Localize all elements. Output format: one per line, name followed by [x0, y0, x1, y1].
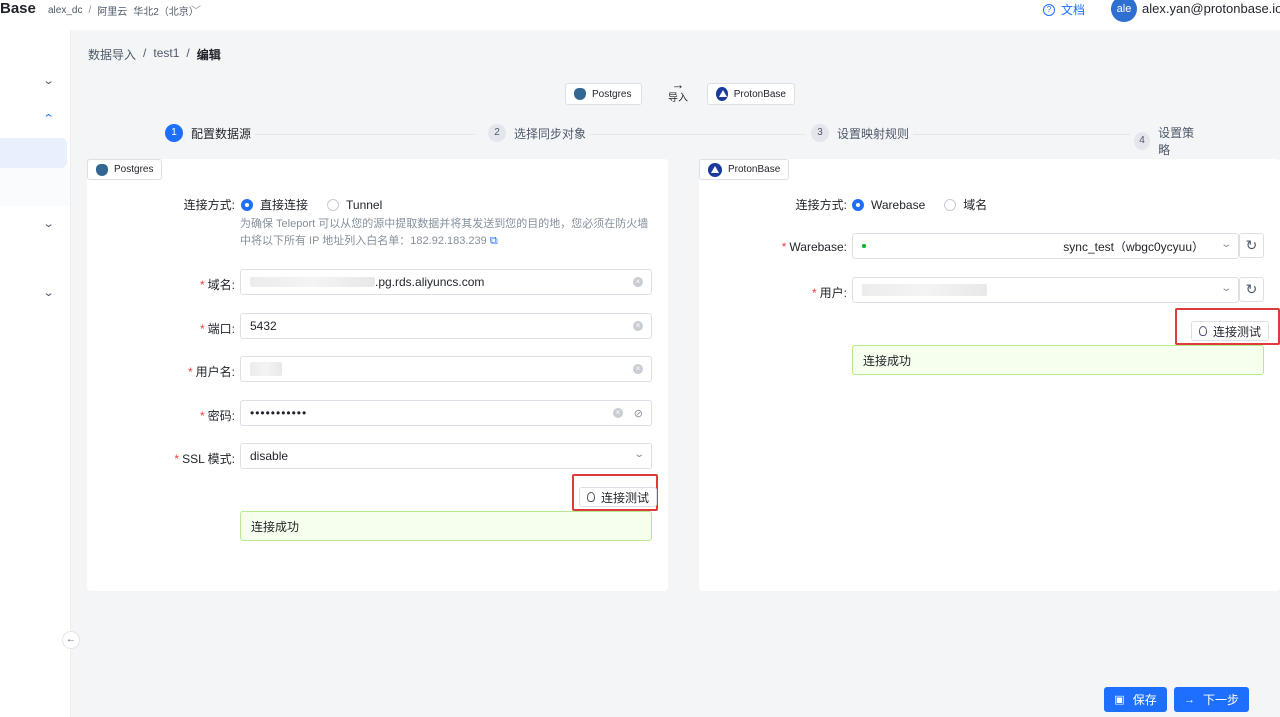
sidebar-item-sub[interactable] [0, 168, 70, 206]
radio-unchecked [944, 198, 957, 211]
chevron-down-icon[interactable]: ⌄ [43, 286, 55, 299]
warebase-select[interactable]: sync_test（wbgc0ycyuu） ⌄ [852, 233, 1239, 259]
breadcrumb-item[interactable]: test1 [153, 46, 179, 63]
step-1[interactable]: 1 配置数据源 [165, 124, 256, 142]
conn-mode-label: 连接方式: [795, 198, 847, 212]
username-label: * 用户名: [187, 365, 235, 379]
cloud-name: 阿里云 [97, 7, 128, 18]
ssl-mode-select[interactable]: disable ⌄ [240, 443, 652, 469]
refresh-user-button[interactable]: ↻ [1239, 277, 1264, 302]
source-tag: Postgres [87, 159, 163, 180]
chevron-down-icon[interactable]: ⌄ [43, 217, 55, 230]
step-3[interactable]: 3 设置映射规则 [811, 124, 914, 142]
chevron-down-icon[interactable]: ⌄ [43, 74, 55, 87]
chevron-down-icon: ⌄ [1219, 283, 1232, 294]
chevron-up-icon[interactable]: ⌃ [43, 112, 55, 125]
status-dot [862, 244, 866, 248]
breadcrumb-current: 编辑 [196, 48, 221, 62]
user-email[interactable]: alex.yan@protonbase.io [1142, 1, 1280, 16]
chevron-down-icon: ⌄ [1219, 239, 1232, 250]
docs-link[interactable]: ? 文档 [1043, 1, 1085, 18]
target-tag: ProtonBase [699, 159, 790, 180]
import-arrow: → 导入 [668, 77, 688, 104]
ssl-mode-label: * SSL 模式: [174, 452, 235, 466]
refresh-warebase-button[interactable]: ↻ [1239, 233, 1264, 258]
test-connection-button[interactable]: 连接测试 [579, 487, 658, 507]
clear-icon[interactable]: × [633, 321, 643, 331]
domain-label: * 域名: [199, 278, 235, 292]
conn-mode-radio-group: Warebase 域名 [852, 196, 1006, 213]
top-bar: Base alex_dc / 阿里云 华北2（北京） ﹀ ? 文档 ale al… [0, 0, 1280, 30]
clear-icon[interactable]: × [633, 277, 643, 287]
username-field[interactable]: × [240, 356, 652, 382]
target-chip: ProtonBase [707, 83, 795, 105]
redacted-text [250, 362, 282, 376]
app-logo[interactable]: Base [0, 0, 36, 18]
source-config-panel: Postgres 连接方式: 直接连接 Tunnel 为确保 Teleport … [87, 159, 668, 591]
radio-tunnel[interactable]: Tunnel [327, 198, 382, 212]
chevron-down-icon[interactable]: ﹀ [191, 2, 201, 17]
postgres-icon [96, 163, 108, 176]
breadcrumb-item[interactable]: 数据导入 [88, 46, 136, 63]
clear-icon[interactable]: × [613, 408, 623, 418]
region-name: 华北2（北京） [133, 7, 199, 18]
breadcrumb: 数据导入 / test1 / 编辑 [88, 46, 221, 63]
password-field[interactable]: ••••••••••• × ⊘ [240, 400, 652, 426]
connection-success-alert: 连接成功 [852, 345, 1264, 375]
radio-checked [852, 198, 864, 211]
port-field[interactable]: 5432 × [240, 313, 652, 339]
copy-icon[interactable]: ⧉ [490, 235, 498, 247]
radio-warebase[interactable]: Warebase [852, 198, 925, 212]
chevron-down-icon: ⌄ [632, 449, 645, 460]
workspace-selector[interactable]: alex_dc / 阿里云 华北2（北京） [48, 3, 199, 18]
arrow-right-icon: → [671, 77, 685, 92]
avatar[interactable]: ale [1111, 0, 1137, 22]
user-select[interactable]: ⌄ [852, 277, 1239, 303]
stepper: 1 配置数据源 2 选择同步对象 3 设置映射规则 4 设置策略 [165, 124, 1205, 158]
domain-field[interactable]: .pg.rds.aliyuncs.com × [240, 269, 652, 295]
save-icon: ▣ [1114, 694, 1125, 706]
refresh-icon: ↻ [1245, 237, 1258, 253]
next-button[interactable]: → 下一步 [1174, 687, 1249, 712]
password-label: * 密码: [199, 409, 235, 423]
collapse-sidebar-icon[interactable]: ← [62, 631, 80, 649]
whitelist-hint: 为确保 Teleport 可以从您的源中提取数据并将其发送到您的目的地，您必须在… [240, 218, 649, 247]
refresh-icon: ↻ [1245, 281, 1258, 297]
redacted-text [862, 284, 987, 296]
redacted-text [250, 277, 375, 287]
conn-mode-radio-group: 直接连接 Tunnel [241, 196, 401, 213]
save-button[interactable]: ▣ 保存 [1104, 687, 1167, 712]
connection-success-alert: 连接成功 [240, 511, 652, 541]
port-label: * 端口: [199, 322, 235, 336]
warebase-label: * Warebase: [781, 240, 847, 254]
postgres-icon [574, 88, 586, 100]
test-connection-button[interactable]: 连接测试 [1191, 321, 1270, 341]
conn-mode-label: 连接方式: [183, 198, 235, 212]
arrow-right-icon: → [1183, 693, 1195, 706]
sidebar: ⌄ ⌃ ⌄ ⌄ [0, 30, 71, 717]
help-icon: ? [1043, 3, 1055, 16]
bulb-icon [1199, 326, 1207, 336]
eye-off-icon[interactable]: ⊘ [634, 407, 643, 420]
clear-icon[interactable]: × [633, 364, 643, 374]
radio-domain[interactable]: 域名 [944, 196, 987, 213]
user-label: * 用户: [811, 286, 847, 300]
radio-direct[interactable]: 直接连接 [241, 196, 308, 213]
target-config-panel: ProtonBase 连接方式: Warebase 域名 * Warebase: … [699, 159, 1280, 591]
protonbase-icon [708, 162, 722, 177]
radio-unchecked [327, 198, 340, 211]
protonbase-icon [716, 87, 728, 101]
step-4[interactable]: 4 设置策略 [1134, 124, 1205, 158]
bulb-icon [587, 492, 595, 502]
account-name: alex_dc [48, 5, 83, 16]
sidebar-item-active[interactable] [0, 138, 67, 168]
source-chip: Postgres [565, 83, 642, 105]
radio-checked [241, 198, 253, 211]
step-2[interactable]: 2 选择同步对象 [488, 124, 591, 142]
